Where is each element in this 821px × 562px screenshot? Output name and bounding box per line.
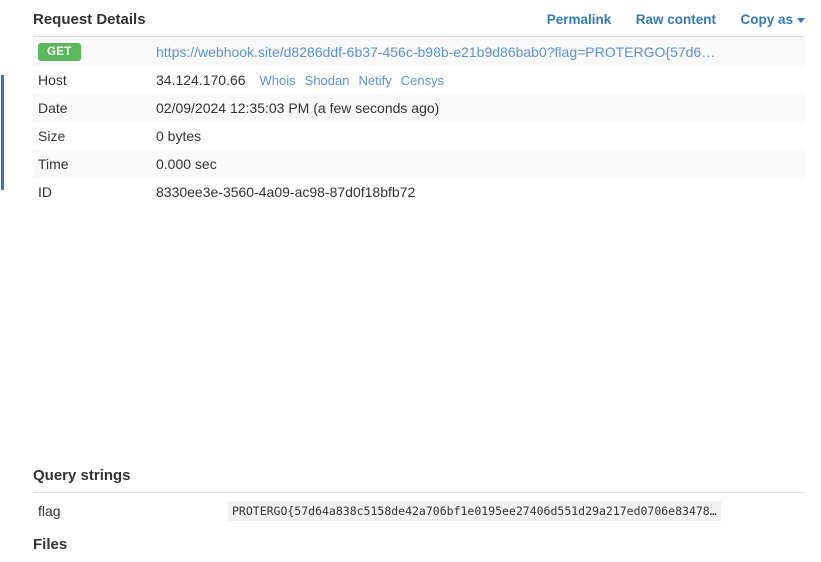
query-strings-title: Query strings [33,466,805,492]
table-row-size: Size 0 bytes [33,122,805,150]
files-section: Files [33,535,805,561]
id-label: ID [33,178,156,206]
panel-header: Request Details Permalink Raw content Co… [33,10,805,36]
netify-link[interactable]: Netify [358,73,391,88]
time-label: Time [33,150,156,178]
query-string-value-cell: PROTERGO{57d64a838c5158de42a706bf1e0195e… [228,493,805,530]
query-string-key: flag [33,493,228,530]
chevron-down-icon [797,18,805,23]
request-details-table: GET https://webhook.site/d8286ddf-6b37-4… [33,36,805,206]
date-label: Date [33,94,156,122]
date-value: 02/09/2024 12:35:03 PM (a few seconds ag… [156,94,805,122]
host-lookup-links: Whois Shodan Netify Censys [260,72,454,88]
host-cell: 34.124.170.66 Whois Shodan Netify Censys [156,66,805,94]
copy-as-dropdown[interactable]: Copy as [740,12,805,27]
page-title: Request Details [33,10,146,30]
copy-as-label: Copy as [740,12,793,27]
table-row-date: Date 02/09/2024 12:35:03 PM (a few secon… [33,94,805,122]
raw-content-link[interactable]: Raw content [636,12,716,27]
request-details-page: Request Details Permalink Raw content Co… [0,0,821,562]
table-row-host: Host 34.124.170.66 Whois Shodan Netify Censy… [33,66,805,94]
id-value: 8330ee3e-3560-4a09-ac98-87d0f18bfb72 [156,178,805,206]
left-edge-accent-bar [1,75,4,190]
files-title: Files [33,535,805,561]
header-actions: Permalink Raw content Copy as [527,11,805,29]
method-cell: GET [33,37,156,67]
shodan-link[interactable]: Shodan [305,73,350,88]
host-value: 34.124.170.66 [156,72,246,88]
table-row-url: GET https://webhook.site/d8286ddf-6b37-4… [33,37,805,67]
http-method-badge: GET [38,43,81,61]
request-url-link[interactable]: https://webhook.site/d8286ddf-6b37-456c-… [156,44,805,60]
query-string-value: PROTERGO{57d64a838c5158de42a706bf1e0195e… [228,501,721,521]
table-row-id: ID 8330ee3e-3560-4a09-ac98-87d0f18bfb72 [33,178,805,206]
query-strings-section: Query strings flag PROTERGO{57d64a838c51… [33,466,805,529]
size-value: 0 bytes [156,122,805,150]
host-label: Host [33,66,156,94]
size-label: Size [33,122,156,150]
url-cell: https://webhook.site/d8286ddf-6b37-456c-… [156,37,805,67]
table-row-time: Time 0.000 sec [33,150,805,178]
table-row: flag PROTERGO{57d64a838c5158de42a706bf1e… [33,493,805,530]
censys-link[interactable]: Censys [401,73,444,88]
permalink-link[interactable]: Permalink [547,12,612,27]
request-details-panel: Request Details Permalink Raw content Co… [33,10,805,206]
time-value: 0.000 sec [156,150,805,178]
query-strings-table: flag PROTERGO{57d64a838c5158de42a706bf1e… [33,492,805,529]
whois-link[interactable]: Whois [260,73,296,88]
